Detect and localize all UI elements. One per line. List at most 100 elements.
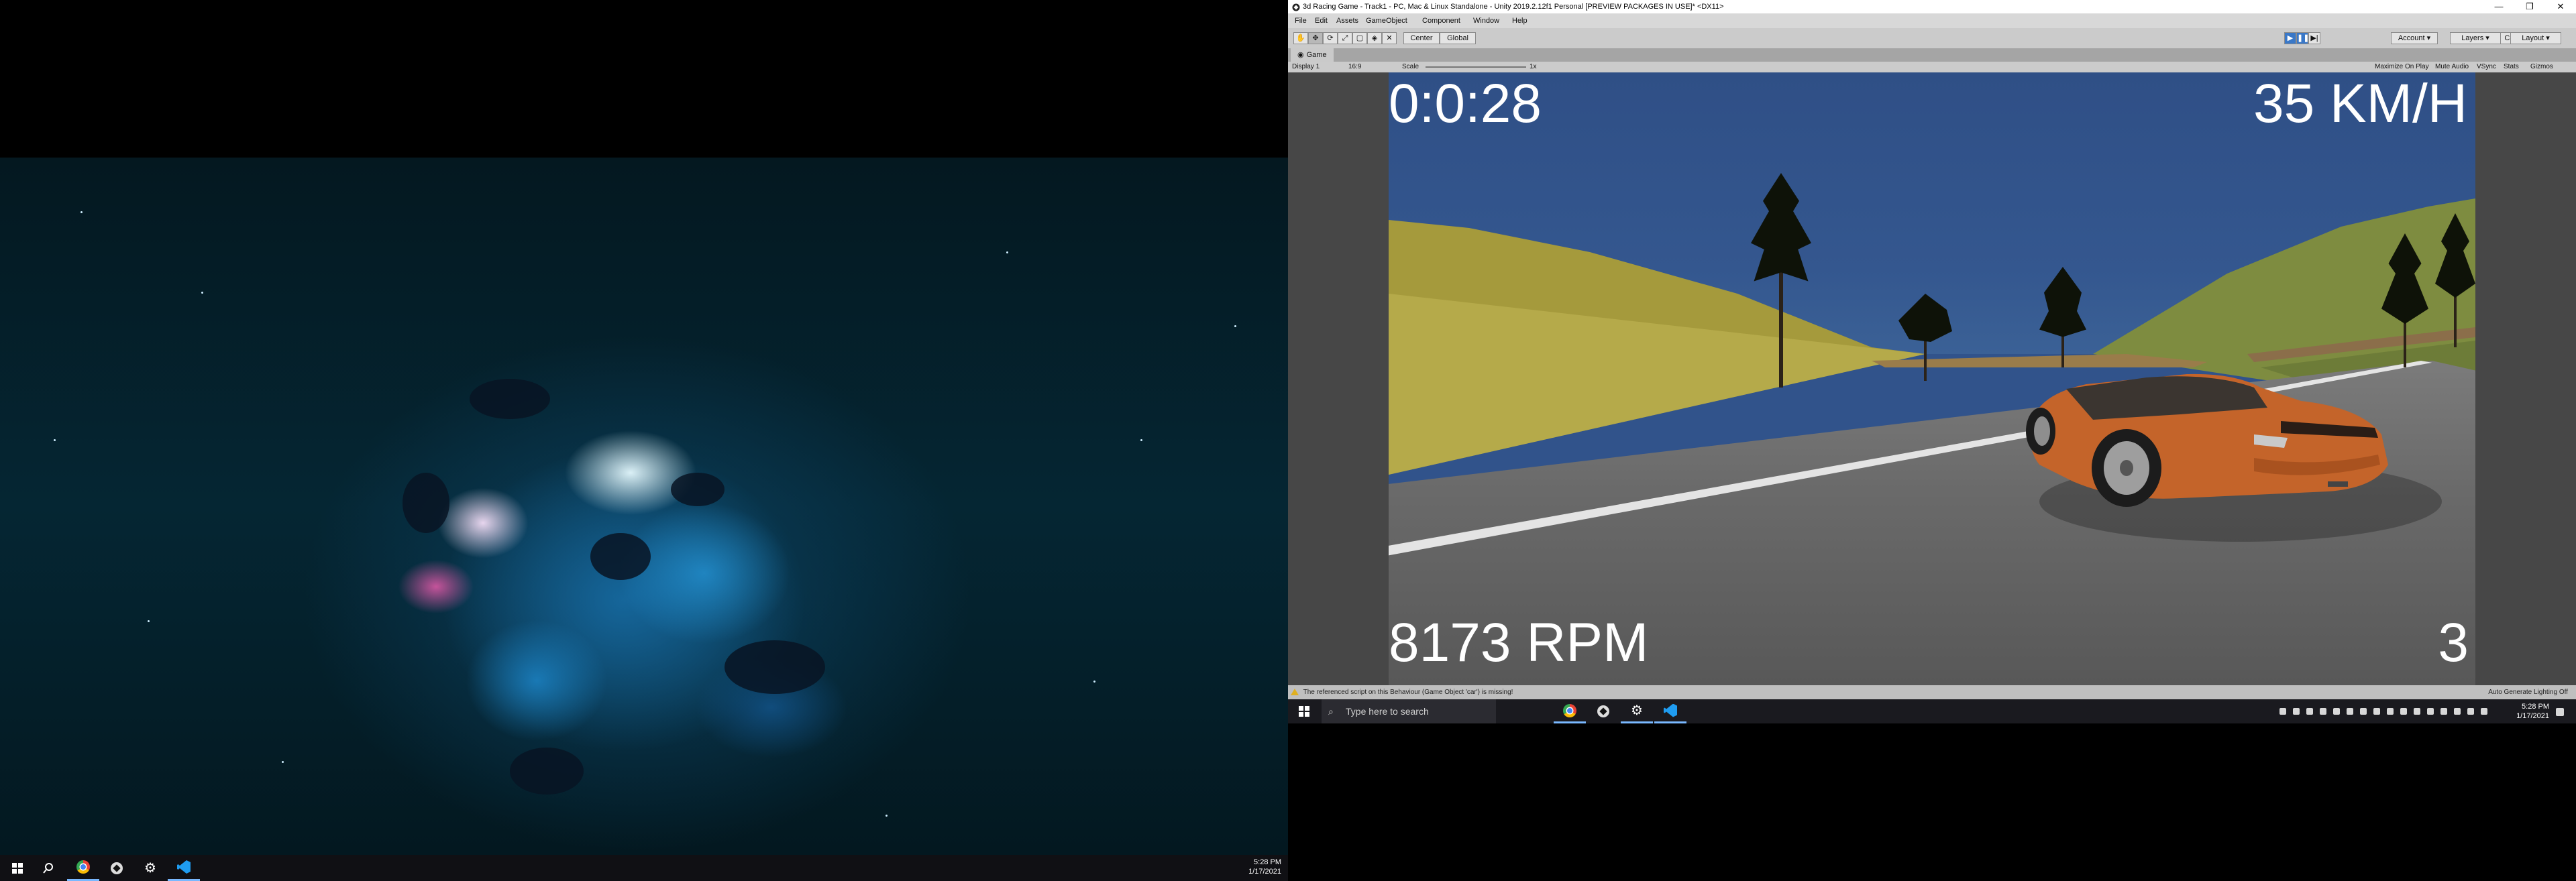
search-placeholder: Type here to search bbox=[1346, 706, 1429, 717]
game-tab[interactable]: ◉ Game bbox=[1291, 48, 1334, 62]
maximize-on-play-toggle[interactable]: Maximize On Play bbox=[2375, 62, 2429, 72]
right-monitor-empty-area bbox=[1288, 723, 2576, 881]
unity-hub-icon[interactable] bbox=[1587, 699, 1619, 723]
display-dropdown[interactable]: Display 1 bbox=[1292, 62, 1320, 72]
close-icon[interactable]: ✕ bbox=[2545, 0, 2576, 13]
vscode-icon[interactable] bbox=[1654, 699, 1686, 723]
game-view-options: Display 1 16:9 Scale 1x Maximize On Play… bbox=[1288, 62, 2576, 73]
wifi-icon[interactable] bbox=[2454, 708, 2461, 715]
pause-button[interactable]: ❚❚ bbox=[2296, 32, 2309, 44]
right-taskbar: ⌕ Type here to search ⚙ 5:28 PM 1/17/202… bbox=[1288, 699, 2576, 723]
game-view-area: 0:0:28 35 KM/H 8173 RPM 3 bbox=[1288, 72, 2576, 685]
game-viewport[interactable]: 0:0:28 35 KM/H 8173 RPM 3 bbox=[1389, 72, 2475, 685]
left-clock-date: 1/17/2021 bbox=[1248, 868, 1281, 876]
pivot-label: Center bbox=[1410, 34, 1433, 42]
space-toggle-button[interactable]: Global bbox=[1440, 32, 1476, 44]
menu-window[interactable]: Window bbox=[1473, 13, 1499, 28]
vscode-icon[interactable] bbox=[168, 855, 200, 881]
tray-app-icon[interactable] bbox=[2306, 708, 2313, 715]
tray-app-icon[interactable] bbox=[2414, 708, 2420, 715]
notifications-icon[interactable] bbox=[2556, 708, 2564, 716]
tray-app-icon[interactable] bbox=[2320, 708, 2326, 715]
tray-app-icon[interactable] bbox=[2293, 708, 2300, 715]
search-icon: ⌕ bbox=[1328, 706, 1334, 717]
scale-tool-icon[interactable]: ⤢ bbox=[1338, 32, 1352, 44]
menu-edit[interactable]: Edit bbox=[1315, 13, 1328, 28]
mute-audio-toggle[interactable]: Mute Audio bbox=[2435, 62, 2469, 72]
tray-app-icon[interactable] bbox=[2400, 708, 2407, 715]
game-tab-bar: ◉ Game bbox=[1288, 48, 2576, 62]
onedrive-icon[interactable] bbox=[2347, 708, 2353, 715]
tree bbox=[1744, 173, 1818, 414]
tray-app-icon[interactable] bbox=[2373, 708, 2380, 715]
pivot-toggle-button[interactable]: Center bbox=[1403, 32, 1440, 44]
minimize-icon[interactable]: — bbox=[2483, 0, 2514, 13]
move-tool-icon[interactable]: ✥ bbox=[1308, 32, 1323, 44]
status-message: The referenced script on this Behaviour … bbox=[1303, 689, 1513, 696]
race-timer: 0:0:28 bbox=[1389, 73, 1542, 134]
taskbar-search-input[interactable]: ⌕ Type here to search bbox=[1322, 699, 1496, 723]
play-button[interactable]: ▶ bbox=[2284, 32, 2296, 44]
scale-label: Scale bbox=[1402, 63, 1419, 70]
menu-help[interactable]: Help bbox=[1512, 13, 1527, 28]
unity-hub-icon[interactable] bbox=[101, 855, 133, 881]
gizmos-dropdown[interactable]: Gizmos bbox=[2530, 62, 2553, 72]
scale-value: 1x bbox=[1529, 63, 1537, 70]
rpm-readout: 8173 RPM bbox=[1389, 612, 1649, 673]
console-status-bar[interactable]: The referenced script on this Behaviour … bbox=[1288, 685, 2576, 699]
menu-file[interactable]: File bbox=[1295, 13, 1307, 28]
chrome-icon[interactable] bbox=[67, 855, 99, 881]
tray-app-icon[interactable] bbox=[2360, 708, 2367, 715]
right-clock-time: 5:28 PM bbox=[2522, 703, 2549, 711]
custom-tool-icon[interactable]: ✕ bbox=[1382, 32, 1397, 44]
aspect-dropdown[interactable]: 16:9 bbox=[1348, 62, 1361, 72]
speedometer: 35 KM/H bbox=[2253, 73, 2467, 134]
vsync-toggle[interactable]: VSync bbox=[2477, 62, 2496, 72]
tray-app-icon[interactable] bbox=[2333, 708, 2340, 715]
maximize-icon[interactable]: ❐ bbox=[2514, 0, 2545, 13]
keyboard-icon[interactable] bbox=[2481, 708, 2487, 715]
layers-dropdown[interactable]: Layers ▾ bbox=[2450, 32, 2501, 44]
transform-tool-icon[interactable]: ◈ bbox=[1367, 32, 1382, 44]
rect-tool-icon[interactable]: ▢ bbox=[1352, 32, 1367, 44]
unity-logo-icon bbox=[1292, 3, 1300, 11]
settings-gear-icon[interactable]: ⚙ bbox=[1621, 699, 1653, 723]
game-tab-label: Game bbox=[1306, 51, 1327, 59]
tray-app-icon[interactable] bbox=[2387, 708, 2394, 715]
player-car bbox=[2026, 373, 2442, 542]
lighting-status: Auto Generate Lighting Off bbox=[2488, 689, 2568, 696]
settings-gear-icon[interactable]: ⚙ bbox=[134, 855, 166, 881]
game-tab-icon: ◉ bbox=[1297, 51, 1304, 59]
chrome-icon[interactable] bbox=[1554, 699, 1586, 723]
left-clock[interactable]: 5:28 PM 1/17/2021 bbox=[1248, 858, 1281, 876]
tree bbox=[1898, 294, 1952, 381]
unity-title-bar: 3d Racing Game - Track1 - PC, Mac & Linu… bbox=[1288, 0, 2576, 13]
account-dropdown[interactable]: Account ▾ bbox=[2391, 32, 2438, 44]
window-title: 3d Racing Game - Track1 - PC, Mac & Linu… bbox=[1303, 3, 1724, 11]
layout-label: Layout bbox=[2522, 34, 2544, 42]
tree bbox=[2435, 213, 2475, 347]
left-taskbar: ⚙ 5:28 PM 1/17/2021 bbox=[0, 855, 1288, 881]
layout-dropdown[interactable]: Layout ▾ bbox=[2510, 32, 2561, 44]
windows-start-icon[interactable] bbox=[1292, 699, 1316, 723]
hand-tool-icon[interactable]: ✋ bbox=[1293, 32, 1308, 44]
right-clock[interactable]: 5:28 PM 1/17/2021 bbox=[2516, 702, 2549, 721]
toolbar-right-group: Account ▾ Layers ▾ Layout ▾ bbox=[2309, 32, 2576, 44]
rotate-tool-icon[interactable]: ⟳ bbox=[1323, 32, 1338, 44]
volume-icon[interactable] bbox=[2467, 708, 2474, 715]
gear-indicator: 3 bbox=[2438, 612, 2469, 673]
menu-component[interactable]: Component bbox=[1422, 13, 1460, 28]
menu-bar: File Edit Assets GameObject Component Wi… bbox=[1288, 13, 2576, 28]
windows-start-icon[interactable] bbox=[5, 855, 30, 881]
layers-label: Layers bbox=[2461, 34, 2484, 42]
menu-assets[interactable]: Assets bbox=[1336, 13, 1358, 28]
tray-app-icon[interactable] bbox=[2427, 708, 2434, 715]
tray-app-icon[interactable] bbox=[2440, 708, 2447, 715]
left-monitor: ⚙ 5:28 PM 1/17/2021 bbox=[0, 0, 1288, 881]
scale-slider[interactable] bbox=[1426, 66, 1526, 68]
stats-toggle[interactable]: Stats bbox=[2504, 62, 2519, 72]
menu-gameobject[interactable]: GameObject bbox=[1366, 13, 1407, 28]
tray-network-icon[interactable] bbox=[2279, 708, 2286, 715]
nebula-wallpaper bbox=[0, 158, 1288, 855]
search-icon[interactable] bbox=[36, 855, 60, 881]
